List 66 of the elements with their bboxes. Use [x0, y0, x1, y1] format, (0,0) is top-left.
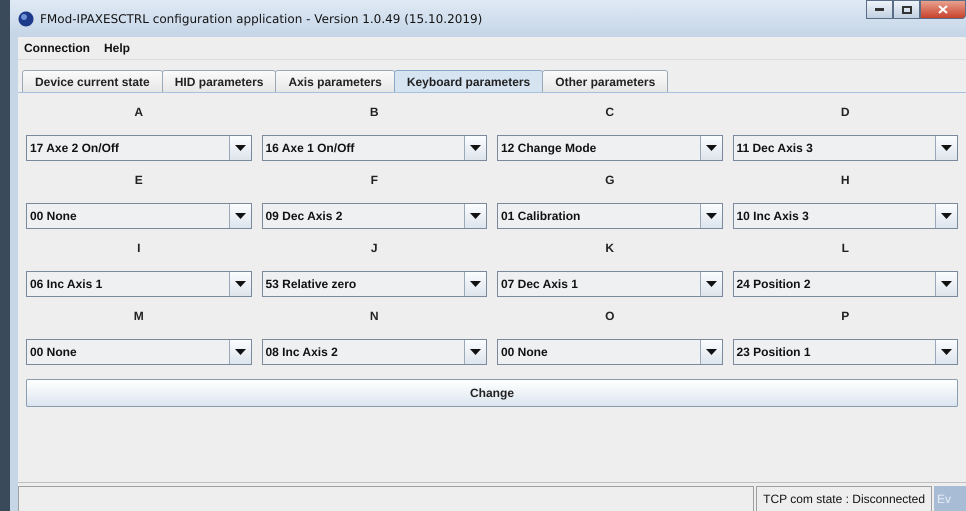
caret-icon [470, 349, 481, 355]
key-label: O [605, 309, 614, 323]
caret-icon [470, 281, 481, 287]
key-label: C [605, 105, 614, 119]
caret-icon [706, 281, 716, 287]
menu-item[interactable]: Help [104, 41, 130, 55]
key-label: G [605, 173, 614, 187]
key-dropdown[interactable]: 17 Axe 2 On/Off [26, 135, 252, 161]
caret-icon [470, 145, 481, 151]
caret-icon [941, 213, 952, 219]
key-label: J [370, 241, 378, 255]
key-label: M [134, 309, 144, 323]
tab[interactable]: HID parameters [162, 70, 276, 92]
caret-icon [234, 213, 246, 219]
key-dropdown[interactable]: 23 Position 1 [732, 339, 958, 365]
caret-icon [941, 281, 952, 287]
key-label: K [605, 241, 614, 255]
key-label: P [841, 309, 850, 323]
key-dropdown[interactable]: 00 None [497, 339, 722, 365]
connection-status: TCP com state : Disconnected [756, 486, 932, 511]
caret-icon [234, 349, 246, 355]
caret-icon [941, 349, 952, 355]
caret-icon [941, 145, 952, 151]
menu-item[interactable]: Connection [24, 41, 90, 55]
caret-icon [706, 145, 716, 151]
key-dropdown[interactable]: 07 Dec Axis 1 [497, 271, 722, 297]
window-title: FMod-IPAXESCTRL configuration application - Version 1.0.49 (15.10.2019) [40, 12, 482, 26]
minimize-icon [875, 8, 884, 11]
key-dropdown[interactable]: 06 Inc Axis 1 [26, 271, 252, 297]
key-dropdown[interactable]: 12 Change Mode [497, 135, 722, 161]
caret-icon [234, 145, 246, 151]
key-dropdown[interactable]: 10 Inc Axis 3 [732, 203, 958, 229]
app-logo-icon [18, 10, 34, 26]
key-label: B [370, 105, 379, 119]
key-dropdown[interactable]: 53 Relative zero [262, 271, 487, 297]
key-label: E [134, 173, 143, 187]
minimize-button[interactable] [866, 0, 893, 19]
tab[interactable]: Other parameters [542, 70, 668, 92]
key-label: F [370, 173, 378, 187]
caret-icon [234, 281, 246, 287]
close-icon [938, 5, 948, 14]
key-label: D [840, 105, 850, 119]
key-dropdown[interactable]: 11 Dec Axis 3 [732, 135, 958, 161]
key-dropdown[interactable]: 24 Position 2 [732, 271, 958, 297]
change-button[interactable]: Change [26, 379, 958, 407]
key-dropdown[interactable]: 00 None [26, 203, 252, 229]
key-dropdown[interactable]: 09 Dec Axis 2 [262, 203, 487, 229]
tab[interactable]: Axis parameters [275, 70, 395, 92]
tab[interactable]: Keyboard parameters [394, 70, 544, 92]
key-label: N [370, 309, 379, 323]
caret-icon [706, 349, 716, 355]
key-label: H [840, 173, 850, 187]
close-button[interactable] [920, 0, 966, 19]
key-label: A [134, 105, 144, 119]
caret-icon [470, 213, 481, 219]
key-label: L [842, 241, 849, 255]
maximize-icon [902, 6, 912, 14]
key-dropdown[interactable]: 01 Calibration [497, 203, 722, 229]
caret-icon [706, 213, 716, 219]
key-dropdown[interactable]: 00 None [26, 339, 252, 365]
status-text: Ev [934, 486, 966, 511]
key-label: I [137, 241, 140, 255]
key-dropdown[interactable]: 08 Inc Axis 2 [262, 339, 487, 365]
tab[interactable]: Device current state [22, 70, 163, 92]
key-dropdown[interactable]: 16 Axe 1 On/Off [262, 135, 487, 161]
maximize-button[interactable] [893, 0, 920, 19]
